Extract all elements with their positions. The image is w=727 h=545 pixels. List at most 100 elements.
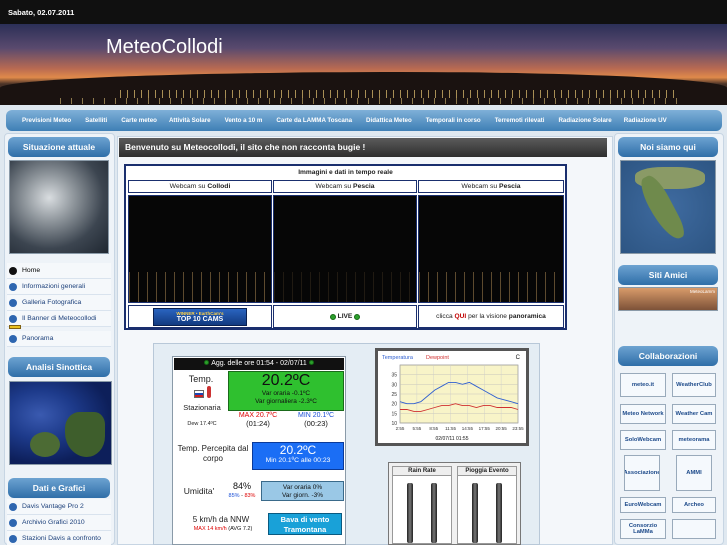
friend-site-banner[interactable]: MeteoLamm	[618, 287, 718, 311]
menu-item[interactable]: Stazioni Davis a confronto	[7, 531, 111, 545]
wind-label: 5 km/h da NNW	[192, 515, 250, 524]
humidity-min: 83%	[244, 493, 256, 499]
nav-item-10[interactable]: Radiazione Solare	[558, 117, 611, 124]
rain-gauges: Rain Rate Pioggia Evento	[388, 462, 521, 545]
menu-item[interactable]: Il Banner di Meteocollodi	[7, 311, 111, 327]
gauge-bar	[472, 483, 478, 543]
nav-item-1[interactable]: Previsioni Meteo	[22, 117, 71, 124]
menu-bullet-icon	[9, 534, 17, 543]
dati-menu: Davis Vantage Pro 2 Archivio Grafici 2010…	[7, 499, 111, 545]
wind-max-value: MAX 14 km/h	[193, 526, 227, 532]
italy-location-map[interactable]	[620, 160, 716, 254]
x-tick-label: 2:55	[396, 426, 405, 431]
max-time: (01:24)	[246, 419, 270, 428]
qui-link[interactable]: QUI	[455, 313, 467, 320]
humidity-var-giorn: Var giorn. -3%	[281, 492, 324, 499]
menu-item[interactable]: Galleria Fotografica	[7, 295, 111, 311]
min-value: MIN 20.1ºC	[297, 412, 334, 419]
humidity-value: 84%	[232, 481, 251, 491]
menu-bullet-icon	[9, 334, 17, 343]
webcam-table: Immagini e dati in tempo reale Webcam su…	[124, 164, 567, 330]
collab-logo-6[interactable]: meteorama	[672, 430, 716, 450]
cam-foot-award: WINNER • EarthCam's TOP 10 CAMS	[128, 305, 272, 328]
dati-header: Dati e Grafici	[8, 478, 110, 498]
update-dot-icon	[204, 360, 210, 365]
perceived-temp-min: Min 20.1ºC alle 00:23	[265, 457, 331, 464]
menu-item-label: Home	[22, 267, 41, 274]
panoramica-label: panoramica	[508, 313, 546, 320]
menu-item[interactable]: Archivio Grafici 2010	[7, 515, 111, 531]
humidity-var-box: Var oraria 0% Var giorn. -3%	[261, 481, 344, 501]
site-title[interactable]: MeteoCollodi	[106, 36, 223, 59]
temp-dewpoint-chart[interactable]: 10 15 20 25 30 35 2:55 5:55 8:55 11:55 14:55 17:55 2…	[375, 348, 529, 446]
min-time: (00:23)	[304, 419, 328, 428]
unit-label: C	[516, 355, 521, 361]
legend-dewpoint: Dewpoint	[426, 355, 449, 361]
wind-description-box: Bava di vento Tramontana	[268, 513, 342, 535]
collab-logo-10[interactable]: Archeo	[672, 497, 716, 513]
var-giornaliera: Var giornaliera -2.3ºC	[255, 398, 317, 405]
menu-item-label: Panorama	[22, 335, 54, 342]
nav-item-5[interactable]: Vento a 10 m	[225, 117, 263, 124]
temp-label: Temp.	[188, 374, 214, 384]
menu-item[interactable]: Davis Vantage Pro 2	[7, 499, 111, 515]
nav-item-11[interactable]: Radiazione UV	[624, 117, 667, 124]
nav-item-3[interactable]: Carte meteo	[121, 117, 157, 124]
nav-item-8[interactable]: Temporali in corso	[426, 117, 481, 124]
rain-rate-title: Rain Rate	[393, 467, 451, 476]
webcam-image-pescia-1[interactable]	[273, 195, 417, 303]
menu-item-label: Archivio Grafici 2010	[22, 519, 85, 526]
cam-foot-live[interactable]: LIVE	[273, 305, 417, 328]
left-menu: Home Informazioni generali Galleria Fotogr…	[7, 263, 111, 347]
nav-item-4[interactable]: Attività Solare	[169, 117, 211, 124]
collab-logo-4[interactable]: Weather Cam	[672, 404, 716, 424]
friend-site-label: MeteoLamm	[689, 289, 715, 294]
nav-item-7[interactable]: Didattica Meteo	[366, 117, 412, 124]
nav-item-9[interactable]: Terremoti rilevati	[495, 117, 545, 124]
menu-item[interactable]: Home	[7, 263, 111, 279]
menu-item-label: Galleria Fotografica	[22, 299, 82, 306]
perceived-temp-value: 20.2ºC	[279, 443, 317, 457]
collab-logo-5[interactable]: SoloWebcam	[620, 430, 666, 450]
y-tick-label: 35	[391, 373, 397, 379]
menu-item[interactable]: Informazioni generali	[7, 279, 111, 295]
collab-logo-2[interactable]: WeatherClub	[672, 373, 716, 397]
live-dot-icon	[354, 313, 361, 320]
min-temp: MIN 20.1ºC (00:23)	[288, 412, 344, 428]
collab-logo-11[interactable]: Consorzio LaMMa	[620, 519, 666, 539]
menu-bullet-icon	[9, 298, 17, 307]
nav-item-2[interactable]: Satelliti	[85, 117, 107, 124]
gauge-bar	[407, 483, 413, 543]
collab-logo-7[interactable]: Associazione	[624, 455, 660, 491]
var-oraria: Var oraria -0.1ºC	[261, 390, 311, 397]
collab-logo-8[interactable]: AMMI	[676, 455, 712, 491]
rain-rate-column: Rain Rate	[392, 466, 452, 544]
webcam-image-pescia-2[interactable]	[418, 195, 564, 303]
update-text: Agg. delle ore 01:54 - 02/07/11	[211, 360, 307, 367]
rain-event-title: Pioggia Evento	[458, 467, 516, 476]
collab-logo-1[interactable]: meteo.it	[620, 373, 666, 397]
nav-item-6[interactable]: Carte da LAMMA Toscana	[276, 117, 352, 124]
x-tick-label: 5:55	[412, 426, 421, 431]
humidity-range: 85% - 83%	[222, 493, 262, 499]
chart-date-label: 02/07/11 01:55	[436, 436, 469, 442]
collab-logo-3[interactable]: Meteo Network	[620, 404, 666, 424]
synoptic-map-image[interactable]	[9, 381, 112, 465]
legend-temperatura: Temperatura	[382, 355, 414, 361]
collab-logo-9[interactable]: EuroWebcam	[620, 497, 666, 513]
satellite-image[interactable]	[9, 160, 109, 254]
cam-lights	[419, 272, 563, 302]
live-link[interactable]: LIVE	[338, 313, 353, 320]
humidity-max: 85%	[228, 493, 240, 499]
perceived-temp-box: 20.2ºC Min 20.1ºC alle 00:23	[252, 442, 344, 470]
stazionaria-label: Stazionaria	[183, 403, 221, 412]
webcam-table-title: Immagini e dati in tempo reale	[298, 169, 393, 176]
wind-max: MAX 14 km/h (AVG 7.2)	[180, 526, 266, 532]
menu-bullet-icon	[9, 314, 17, 323]
banner-city-lights	[120, 90, 680, 98]
webcam-image-collodi[interactable]	[128, 195, 272, 303]
collab-logo-12[interactable]	[672, 519, 716, 539]
menu-item-label: Davis Vantage Pro 2	[22, 503, 84, 510]
top10-cams-badge[interactable]: WINNER • EarthCam's TOP 10 CAMS	[153, 307, 247, 326]
menu-item[interactable]: Panorama	[7, 331, 111, 347]
